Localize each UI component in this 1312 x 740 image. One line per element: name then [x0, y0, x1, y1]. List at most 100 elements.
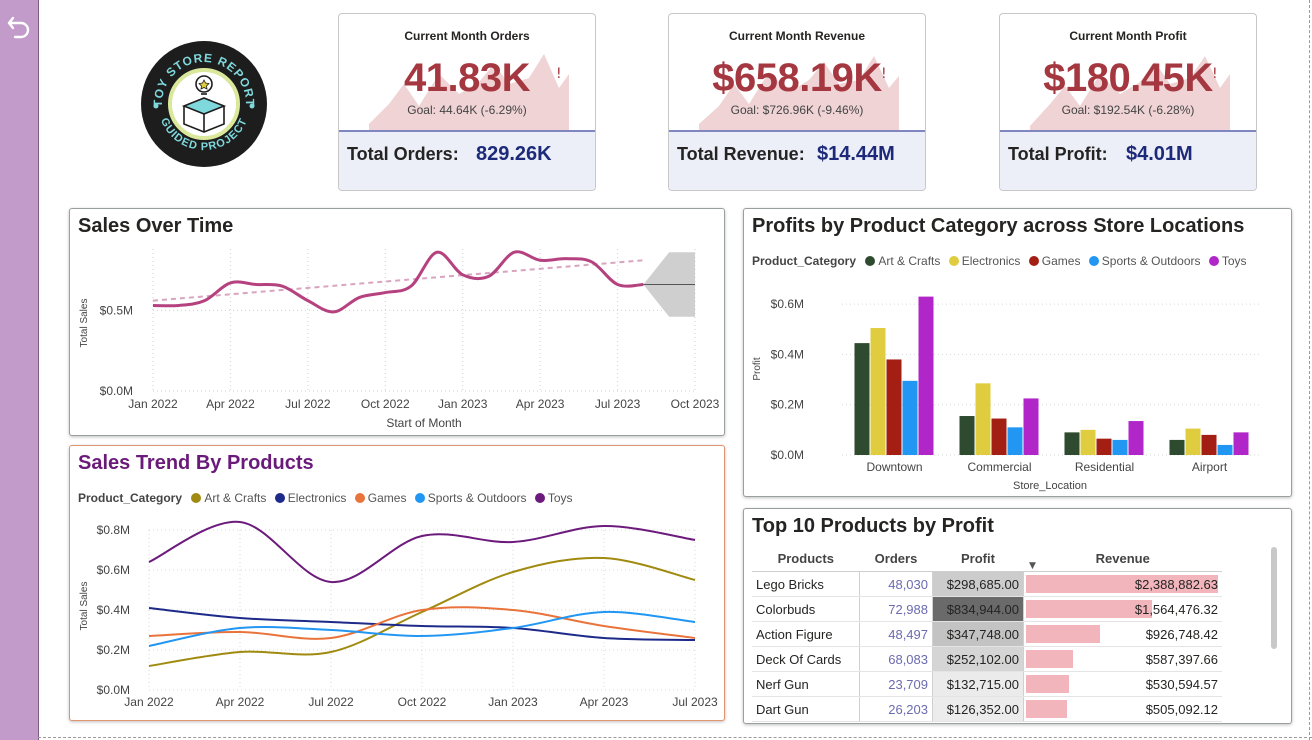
total-value: $4.01M — [1126, 143, 1193, 165]
cell-revenue: $1,564,476.32 — [1023, 596, 1222, 622]
kpi-title: Current Month Profit — [1069, 29, 1187, 43]
x-tick-label: Oct 2023 — [671, 397, 720, 411]
kpi-total: Total Revenue: $14.44M — [669, 130, 925, 190]
table-row[interactable]: Colorbuds 72,988 $834,944.00 $1,564,476.32 — [752, 596, 1222, 622]
top-products-table: Products Orders Profit Revenue Lego Bric… — [752, 545, 1222, 722]
table-header-row: Products Orders Profit Revenue — [752, 545, 1222, 572]
cell-revenue: $926,748.42 — [1023, 621, 1222, 647]
profits-bar-chart: $0.0M $0.2M $0.4M $0.6M Profit Store_Location… — [752, 296, 1262, 492]
kpi-card-revenue[interactable]: Current Month Revenue $658.19K ! Goal: $… — [668, 13, 926, 191]
kpi-alert-icon: ! — [1212, 66, 1218, 82]
bar — [1128, 421, 1144, 455]
x-tick-label: Jul 2023 — [672, 695, 718, 709]
bar — [991, 418, 1007, 455]
kpi-goal: Goal: $192.54K (-6.28%) — [1061, 103, 1195, 117]
bar — [1233, 432, 1249, 455]
table-row[interactable]: Dart Gun 26,203 $126,352.00 $505,092.12 — [752, 696, 1222, 722]
kpi-top: Current Month Revenue $658.19K ! Goal: $… — [669, 14, 925, 130]
bar — [854, 343, 870, 455]
col-header-profit[interactable]: Profit — [932, 545, 1024, 572]
kpi-title: Current Month Revenue — [728, 29, 865, 43]
bar — [902, 380, 918, 455]
y-axis-label: Total Sales — [79, 582, 90, 631]
total-value: 829.26K — [476, 143, 552, 165]
canvas-border-bottom — [38, 737, 1312, 738]
kpi-alert-icon: ! — [556, 66, 562, 82]
kpi-card-profit[interactable]: Current Month Profit $180.45K ! Goal: $1… — [999, 13, 1257, 191]
bar — [918, 296, 934, 455]
kpi-top: Current Month Profit $180.45K ! Goal: $1… — [1000, 14, 1256, 130]
bar — [975, 383, 991, 455]
x-tick-label: Residential — [1075, 460, 1134, 474]
cell-product: Lego Bricks — [752, 571, 860, 597]
trend-line — [152, 259, 644, 302]
bar — [1185, 428, 1201, 455]
bar — [1023, 398, 1039, 455]
total-label: Total Orders: — [347, 144, 459, 164]
y-tick-label: $0.2M — [97, 643, 130, 657]
table-scrollbar[interactable] — [1271, 547, 1277, 649]
x-tick-label: Downtown — [866, 460, 922, 474]
col-header-revenue[interactable]: Revenue — [1023, 545, 1222, 572]
canvas-border-right — [1309, 0, 1310, 740]
col-header-orders[interactable]: Orders — [859, 545, 933, 572]
back-arrow-icon[interactable] — [6, 14, 32, 40]
table-row[interactable]: Nerf Gun 23,709 $132,715.00 $530,594.57 — [752, 671, 1222, 697]
y-tick-label: $0.8M — [97, 523, 130, 537]
x-tick-label: Apr 2022 — [216, 695, 265, 709]
x-tick-label: Jan 2022 — [124, 695, 174, 709]
y-tick-label: $0.6M — [771, 297, 804, 311]
revenue-text: $530,594.57 — [1145, 676, 1218, 692]
revenue-text: $587,397.66 — [1145, 651, 1218, 667]
revenue-bar — [1026, 650, 1074, 668]
bar — [870, 328, 886, 455]
revenue-bar — [1026, 600, 1152, 618]
table-row[interactable]: Action Figure 48,497 $347,748.00 $926,748.4… — [752, 621, 1222, 647]
sort-desc-icon[interactable]: ▼ — [1029, 561, 1036, 571]
kpi-alert-icon: ! — [881, 66, 887, 82]
cell-revenue: $530,594.57 — [1023, 671, 1222, 697]
sales-line — [152, 250, 644, 314]
cell-orders: 26,203 — [859, 696, 933, 722]
revenue-text: $505,092.12 — [1145, 701, 1218, 717]
y-tick-label: $0.4M — [771, 347, 804, 361]
table-row[interactable]: Lego Bricks 48,030 $298,685.00 $2,388,882.6… — [752, 571, 1222, 597]
cell-orders: 48,497 — [859, 621, 933, 647]
col-header-products[interactable]: Products — [752, 545, 860, 572]
top-products-panel[interactable]: Top 10 Products by Profit Products Order… — [743, 508, 1292, 724]
table-row[interactable]: Deck Of Cards 68,083 $252,102.00 $587,397.6… — [752, 646, 1222, 672]
y-axis-label: Profit — [752, 357, 763, 381]
x-tick-label: Oct 2022 — [361, 397, 410, 411]
sales-over-time-panel[interactable]: Sales Over Time Jan 2022 Apr 2022 Jul 2022… — [69, 208, 725, 436]
kpi-card-orders[interactable]: Current Month Orders 41.83K ! Goal: 44.6… — [338, 13, 596, 191]
kpi-top: Current Month Orders 41.83K ! Goal: 44.6… — [339, 14, 595, 130]
cell-profit: $834,944.00 — [932, 596, 1024, 622]
sales-trend-panel[interactable]: Sales Trend By Products Product_Category… — [69, 445, 725, 721]
y-tick-label: $0.0M — [100, 384, 133, 398]
cell-profit: $347,748.00 — [932, 621, 1024, 647]
total-label: Total Profit: — [1008, 144, 1108, 164]
bar — [1080, 429, 1096, 455]
kpi-title: Current Month Orders — [404, 29, 530, 43]
kpi-total: Total Orders: 829.26K — [339, 130, 595, 190]
cell-product: Dart Gun — [752, 696, 860, 722]
x-tick-label: Apr 2023 — [580, 695, 629, 709]
x-tick-label: Apr 2023 — [516, 397, 565, 411]
y-tick-label: $0.2M — [771, 398, 804, 412]
x-tick-label: Jan 2023 — [488, 695, 538, 709]
kpi-goal: Goal: $726.96K (-9.46%) — [730, 103, 864, 117]
bar — [1096, 438, 1112, 455]
cell-profit: $298,685.00 — [932, 571, 1024, 597]
bar — [959, 416, 975, 455]
revenue-text: $926,748.42 — [1145, 626, 1218, 642]
profits-by-category-panel[interactable]: Profits by Product Category across Store… — [743, 208, 1292, 497]
cell-revenue: $587,397.66 — [1023, 646, 1222, 672]
bar — [1201, 434, 1217, 455]
bar — [1169, 439, 1185, 455]
cell-product: Deck Of Cards — [752, 646, 860, 672]
revenue-text: $1,564,476.32 — [1134, 601, 1218, 617]
x-tick-label: Oct 2022 — [398, 695, 447, 709]
sales-trend-chart: $0.0M$0.2M$0.4M$0.6M$0.8MJan 2022 Apr 202… — [79, 520, 718, 709]
y-tick-label: $0.0M — [771, 448, 804, 462]
revenue-bar — [1026, 675, 1069, 693]
